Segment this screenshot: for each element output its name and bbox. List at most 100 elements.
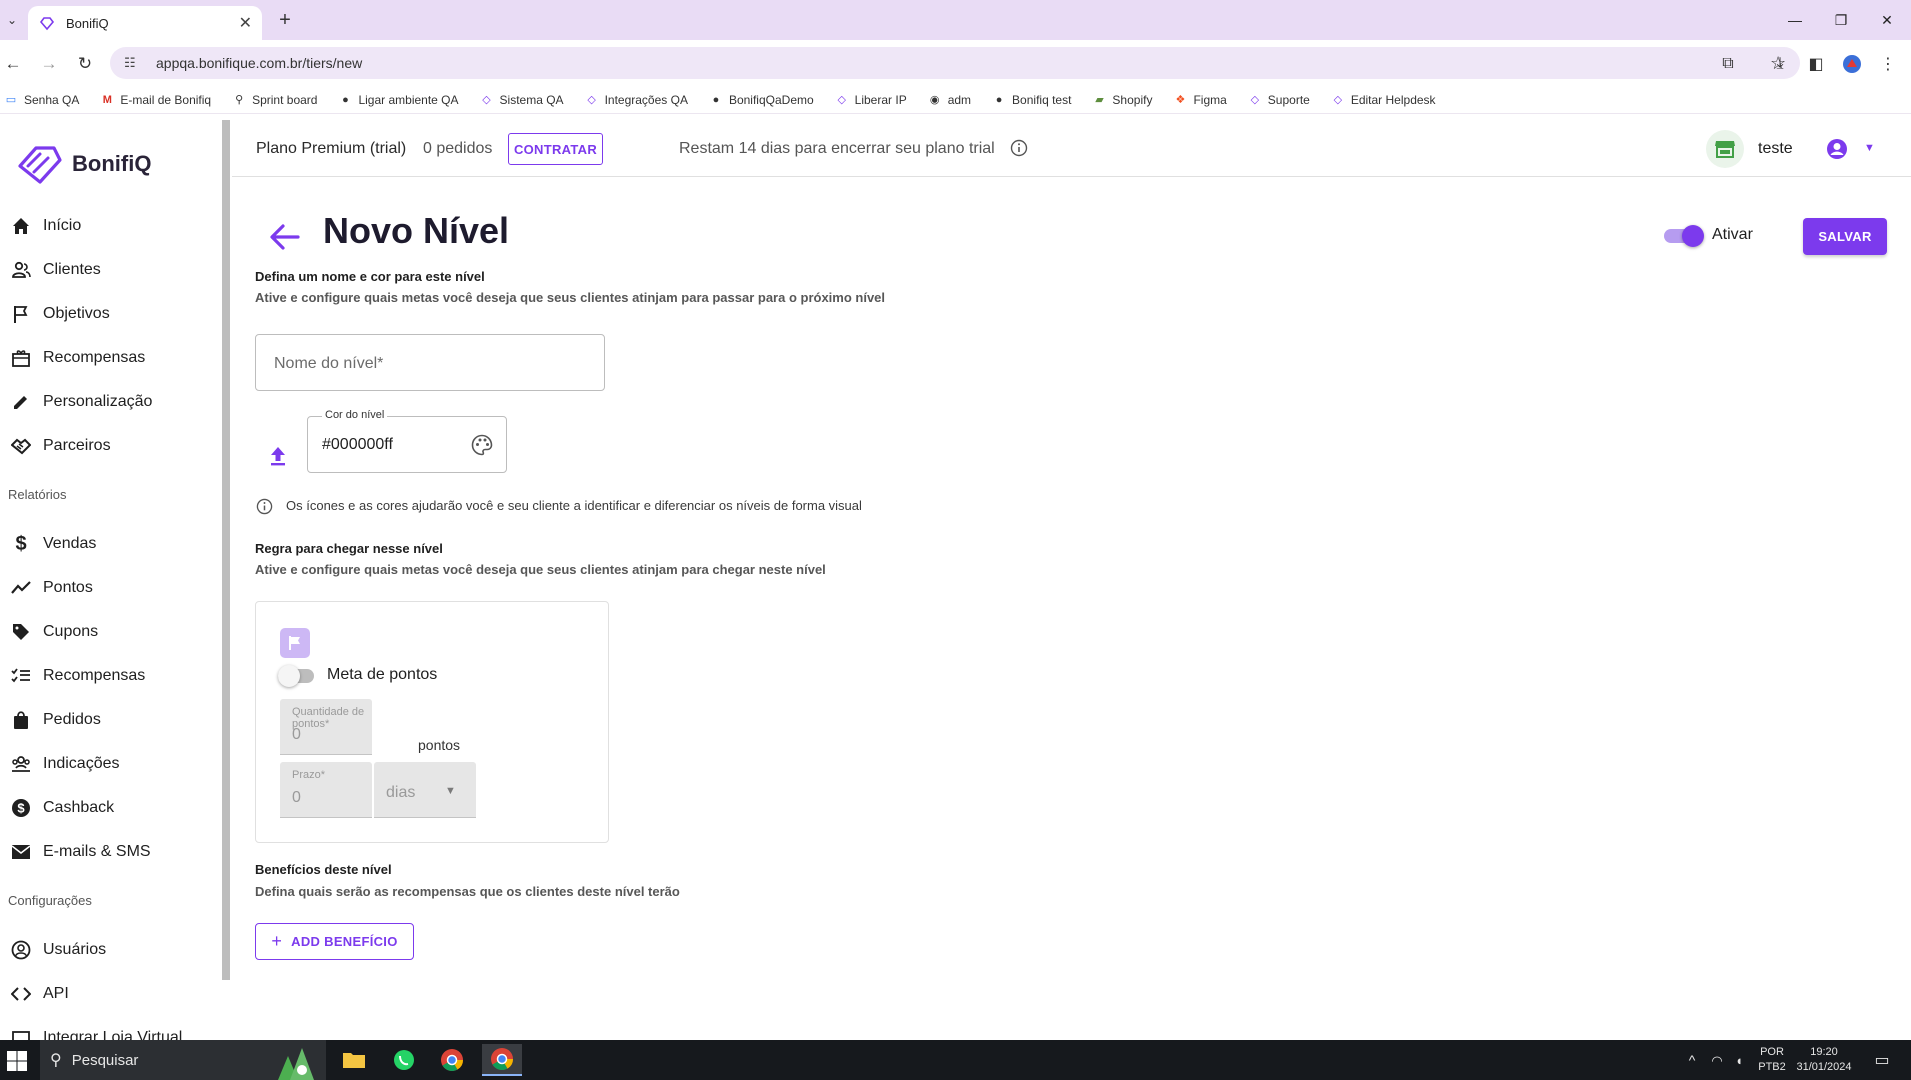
- info-icon[interactable]: [1010, 139, 1028, 157]
- forward-icon[interactable]: →: [36, 51, 62, 77]
- whatsapp-icon[interactable]: [384, 1044, 424, 1076]
- bookmark-item[interactable]: ▰ Shopify: [1092, 93, 1152, 107]
- account-circle-icon[interactable]: [1826, 138, 1848, 160]
- sidebar-item-parceiros[interactable]: Parceiros: [10, 431, 111, 461]
- bonifiq-logo-icon: [18, 146, 62, 184]
- info-icon: [256, 498, 273, 515]
- sidebar-item-pedidos[interactable]: Pedidos: [10, 705, 101, 735]
- clock[interactable]: 19:20 31/01/2024: [1792, 1040, 1856, 1080]
- tab-close-icon[interactable]: ✕: [239, 13, 252, 33]
- download-icon[interactable]: ⤓: [1768, 52, 1792, 76]
- bookmark-label: Figma: [1193, 92, 1227, 107]
- sidebar-item-emails-sms[interactable]: E-mails & SMS: [10, 837, 151, 867]
- clock-time: 19:20: [1810, 1046, 1838, 1058]
- sidebar-item-label: Recompensas: [43, 349, 146, 366]
- new-tab-button[interactable]: +: [272, 8, 298, 32]
- chrome-active-window-icon[interactable]: [482, 1044, 522, 1076]
- profile-avatar-icon[interactable]: [1840, 52, 1864, 76]
- bookmark-item[interactable]: ◇ Integrações QA: [585, 93, 688, 107]
- chrome-icon[interactable]: [432, 1044, 472, 1076]
- browser-tab[interactable]: BonifiQ ✕: [28, 6, 262, 40]
- tab-search-chevron-icon[interactable]: ⌄: [0, 8, 24, 32]
- bookmark-item[interactable]: ◉ adm: [928, 93, 971, 107]
- site-info-icon[interactable]: ☷: [124, 55, 142, 71]
- contratar-button[interactable]: CONTRATAR: [508, 133, 603, 165]
- bonifiq-icon: ◇: [1250, 94, 1260, 106]
- bookmark-item[interactable]: ⚲ Sprint board: [232, 93, 317, 107]
- toggle-knob: [1682, 225, 1704, 247]
- browser-menu-icon[interactable]: ⋮: [1876, 52, 1900, 76]
- tier-color-value[interactable]: #000000ff: [322, 436, 393, 454]
- upload-icon[interactable]: [268, 444, 288, 468]
- file-explorer-icon[interactable]: [334, 1044, 374, 1076]
- points-goal-toggle[interactable]: [278, 665, 318, 687]
- restore-icon[interactable]: ❐: [1818, 0, 1864, 40]
- reload-icon[interactable]: ↻: [72, 51, 98, 77]
- volume-icon[interactable]: ◖: [1728, 1040, 1750, 1080]
- select-caret-icon[interactable]: ▼: [445, 785, 456, 797]
- back-arrow-icon[interactable]: [268, 220, 302, 254]
- sidebar-item-objetivos[interactable]: Objetivos: [10, 299, 110, 329]
- tier-name-field[interactable]: Nome do nível*: [255, 334, 605, 391]
- search-icon: ⚲: [50, 1052, 62, 1069]
- sidebar-item-integrar-loja[interactable]: Integrar Loja Virtual: [10, 1023, 182, 1040]
- bookmark-item[interactable]: ● BonifiqQaDemo: [709, 93, 814, 107]
- section-benefits-subtitle: Defina quais serão as recompensas que os…: [255, 884, 680, 899]
- sidebar-item-usuarios[interactable]: Usuários: [10, 935, 106, 965]
- omnibox[interactable]: ☷ appqa.bonifique.com.br/tiers/new ☆: [110, 47, 1800, 79]
- bookmark-item[interactable]: ◇ Liberar IP: [835, 92, 907, 107]
- bookmark-item[interactable]: ▭ Senha QA: [4, 93, 80, 107]
- sidebar-item-cashback[interactable]: $ Cashback: [10, 793, 114, 823]
- bookmark-item[interactable]: ● Ligar ambiente QA: [338, 93, 458, 107]
- bookmark-item[interactable]: ◇ Editar Helpdesk: [1331, 93, 1436, 107]
- sidebar-item-recompensas[interactable]: Recompensas: [10, 343, 145, 373]
- add-benefit-button[interactable]: + ADD BENEFÍCIO: [255, 923, 414, 960]
- sidebar-item-pontos[interactable]: Pontos: [10, 573, 93, 603]
- tray-chevron-up-icon[interactable]: ^: [1680, 1040, 1704, 1080]
- sidebar-item-vendas[interactable]: $ Vendas: [10, 529, 96, 559]
- deadline-field[interactable]: Prazo* 0: [280, 762, 372, 818]
- close-window-icon[interactable]: ✕: [1864, 0, 1910, 40]
- sidebar-item-api[interactable]: API: [10, 979, 69, 1009]
- bookmark-label: adm: [947, 92, 972, 107]
- store-badge[interactable]: [1706, 130, 1744, 168]
- points-quantity-field[interactable]: Quantidade de pontos* 0: [280, 699, 372, 755]
- github-icon: ●: [995, 93, 1003, 106]
- side-panel-icon[interactable]: ◧: [1804, 52, 1828, 76]
- extensions-icon[interactable]: ⧉: [1716, 52, 1740, 76]
- back-icon[interactable]: ←: [0, 51, 26, 77]
- bookmark-item[interactable]: M E-mail de Bonifiq: [100, 93, 211, 107]
- bookmark-item[interactable]: ◇ Suporte: [1248, 93, 1310, 107]
- brand-logo[interactable]: BonifiQ: [14, 140, 151, 188]
- flag-icon: [289, 636, 300, 650]
- sidebar-item-clientes[interactable]: Clientes: [10, 255, 101, 285]
- section-name-color-title: Defina um nome e cor para este nível: [255, 269, 485, 284]
- deadline-unit-select[interactable]: dias: [374, 762, 476, 818]
- chevron-down-icon[interactable]: ▼: [1864, 142, 1875, 154]
- language-indicator[interactable]: POR PTB2: [1752, 1040, 1792, 1080]
- sidebar-item-cupons[interactable]: Cupons: [10, 617, 98, 647]
- sidebar-scrollbar[interactable]: [222, 120, 230, 980]
- group-icon: [10, 753, 32, 775]
- sidebar-item-label: Vendas: [43, 535, 97, 552]
- trend-icon: [10, 577, 32, 599]
- network-icon[interactable]: ◠: [1706, 1040, 1728, 1080]
- taskbar-search[interactable]: ⚲ Pesquisar: [40, 1040, 326, 1080]
- save-button[interactable]: SALVAR: [1803, 218, 1887, 255]
- sidebar-item-recompensas-relatorio[interactable]: Recompensas: [10, 661, 145, 691]
- bookmark-item[interactable]: ● Bonifiq test: [992, 93, 1072, 107]
- user-name[interactable]: teste: [1758, 140, 1793, 158]
- windows-start-icon[interactable]: [4, 1048, 30, 1074]
- sidebar-item-personalizacao[interactable]: Personalização: [10, 387, 152, 417]
- sidebar-item-indicacoes[interactable]: Indicações: [10, 749, 120, 779]
- bookmark-item[interactable]: ◇ Sistema QA: [480, 93, 563, 107]
- notifications-icon[interactable]: ▭: [1862, 1040, 1902, 1080]
- bookmark-label: Liberar IP: [854, 92, 907, 107]
- bookmark-item[interactable]: ❖ Figma: [1173, 92, 1227, 107]
- active-toggle[interactable]: [1664, 225, 1704, 247]
- palette-icon[interactable]: [471, 434, 493, 456]
- tier-color-field[interactable]: Cor do nível #000000ff: [307, 409, 507, 473]
- url-text[interactable]: appqa.bonifique.com.br/tiers/new: [156, 55, 1770, 71]
- sidebar-item-inicio[interactable]: Início: [10, 211, 81, 241]
- minimize-icon[interactable]: —: [1772, 0, 1818, 40]
